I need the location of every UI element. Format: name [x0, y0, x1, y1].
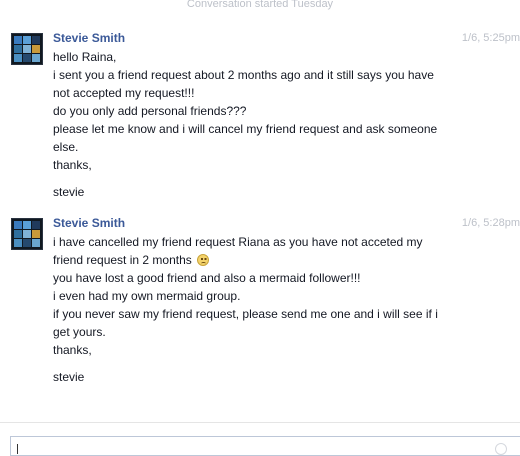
- message-line: thanks,: [53, 158, 92, 172]
- text-cursor: [17, 444, 18, 454]
- conversation-start-label: Conversation started Tuesday: [186, 0, 334, 10]
- message-line: do you only add personal friends???: [53, 104, 247, 118]
- message-line: i sent you a friend request about 2 mont…: [53, 68, 434, 82]
- message-line: not accepted my request!!!: [53, 86, 195, 100]
- message-line: i even had my own mermaid group.: [53, 289, 241, 303]
- message-line: friend request in 2 months: [53, 251, 483, 269]
- message-line-text: friend request in 2 months: [53, 253, 192, 267]
- message-line: else.: [53, 140, 79, 154]
- message-line-spacer: [53, 359, 483, 368]
- avatar[interactable]: [11, 218, 43, 250]
- message-line: if you never saw my friend request, plea…: [53, 307, 438, 321]
- message-line: get yours.: [53, 325, 106, 339]
- message-line: please let me know and i will cancel my …: [53, 122, 438, 136]
- message-body: hello Raina, i sent you a friend request…: [53, 48, 483, 201]
- message-line: stevie: [53, 370, 85, 384]
- reply-input[interactable]: [10, 436, 520, 456]
- frown-emoticon-icon: [197, 254, 210, 266]
- sender-name[interactable]: Stevie Smith: [53, 30, 125, 46]
- emoji-icon[interactable]: [495, 443, 507, 455]
- message-body: i have cancelled my friend request Riana…: [53, 233, 483, 386]
- message-timestamp: 1/6, 5:25pm: [461, 32, 520, 44]
- avatar[interactable]: [11, 33, 43, 65]
- message-timestamp: 1/6, 5:28pm: [461, 217, 520, 229]
- message-line-spacer: [53, 174, 483, 183]
- message-line: hello Raina,: [53, 50, 117, 64]
- message-line: thanks,: [53, 343, 92, 357]
- message-line: i have cancelled my friend request Riana…: [53, 235, 423, 249]
- message-line: you have lost a good friend and also a m…: [53, 271, 361, 285]
- sender-name[interactable]: Stevie Smith: [53, 215, 125, 231]
- composer-divider: [0, 422, 520, 423]
- message-line: stevie: [53, 185, 85, 199]
